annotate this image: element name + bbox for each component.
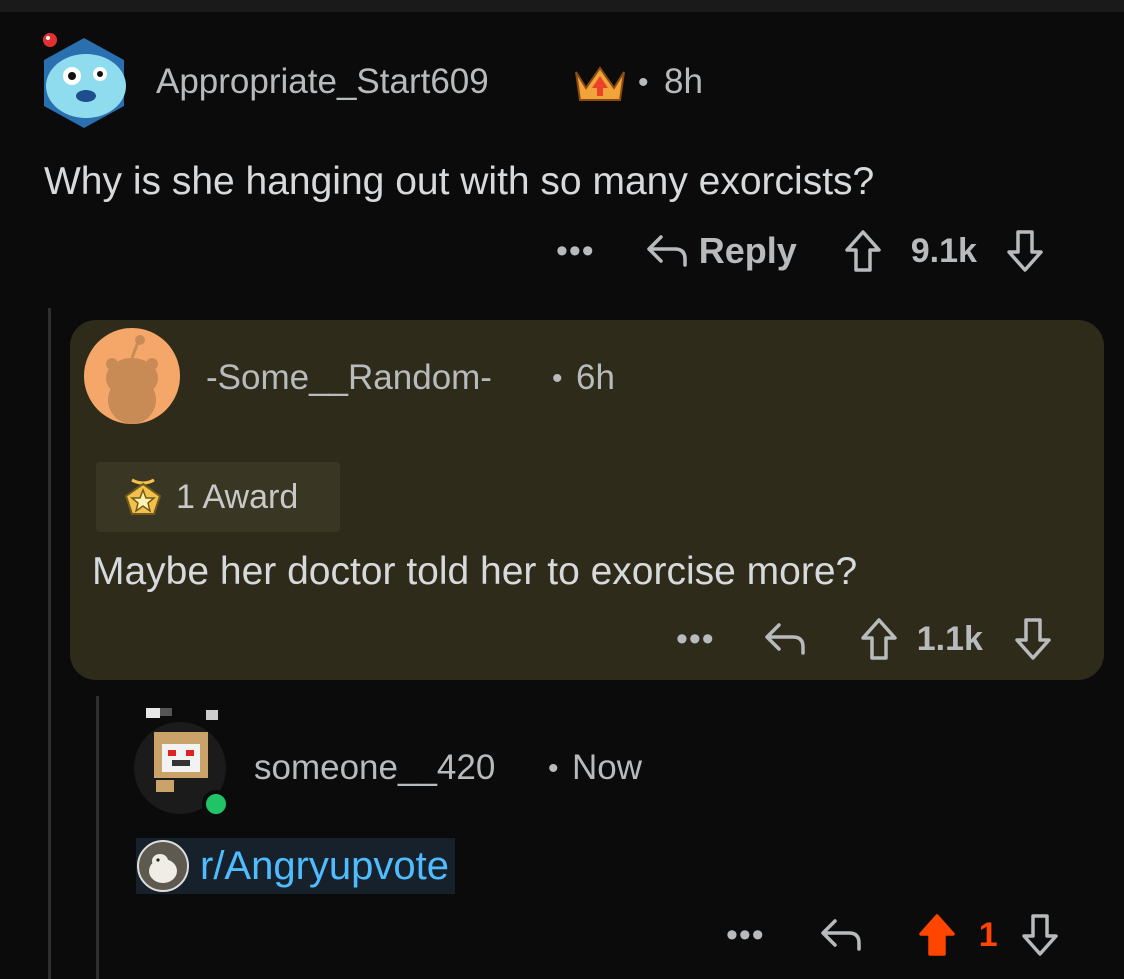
upvote-arrow-icon [918,914,955,956]
comment-timestamp: 8h [664,62,703,101]
reply-arrow-icon [820,919,861,951]
thread-line[interactable] [96,696,99,979]
comment-author[interactable]: someone__420 [254,748,495,788]
comment-timestamp: 6h [576,358,615,397]
more-options-button[interactable]: ••• [676,622,715,656]
comment-timestamp: Now [572,748,643,787]
reply-button[interactable] [819,917,863,953]
separator-dot: • [548,752,559,785]
reply-button[interactable] [763,621,807,657]
comment-body: Maybe her doctor told her to exorcise mo… [92,550,858,593]
thread-line[interactable] [48,308,51,979]
subreddit-icon [136,839,190,893]
vote-count: 9.1k [910,231,977,270]
upvote-button[interactable] [843,228,883,274]
more-options-button[interactable]: ••• [726,918,765,952]
separator-dot: • [638,66,649,99]
downvote-button[interactable] [1013,616,1053,662]
comment-actions: ••• 1 [726,910,1060,960]
award-icon [124,478,162,515]
upvote-button[interactable] [859,616,899,662]
comment-author[interactable]: -Some__Random- [206,358,492,398]
reply-arrow-icon [646,235,687,267]
award-count-label: 1 Award [176,477,299,516]
vote-count: 1.1k [916,619,983,658]
upvote-arrow-icon [860,618,897,660]
downvote-arrow-icon [1021,914,1058,956]
reply-arrow-icon [764,623,805,655]
avatar-some-random[interactable] [84,328,180,424]
comment-actions: ••• 1.1k [676,614,1053,664]
downvote-button[interactable] [1005,228,1045,274]
comment-thread: Appropriate_Start609 • 8h Why is she han… [0,0,1124,979]
reply-button[interactable]: Reply [645,230,797,272]
downvote-arrow-icon [1015,618,1051,660]
downvote-arrow-icon [1007,230,1043,272]
subreddit-link-text: r/Angryupvote [200,843,450,888]
comment-actions: ••• Reply 9.1k [556,226,1045,276]
award-badge[interactable]: 1 Award [96,462,340,532]
upvote-arrow-icon [845,230,881,272]
comment-author[interactable]: Appropriate_Start609 [156,62,489,102]
top-bar [0,0,1124,12]
vote-count: 1 [978,915,998,954]
avatar-appropriate-start609[interactable] [36,30,132,130]
upvote-button-active[interactable] [917,912,957,958]
comment-body: Why is she hanging out with so many exor… [44,160,875,203]
subreddit-link[interactable]: r/Angryupvote [136,838,456,894]
more-options-button[interactable]: ••• [556,234,595,268]
downvote-button[interactable] [1020,912,1060,958]
online-status-indicator [202,790,230,818]
separator-dot: • [552,362,563,395]
achievement-badge-icon [572,62,628,111]
reply-label: Reply [698,230,797,271]
